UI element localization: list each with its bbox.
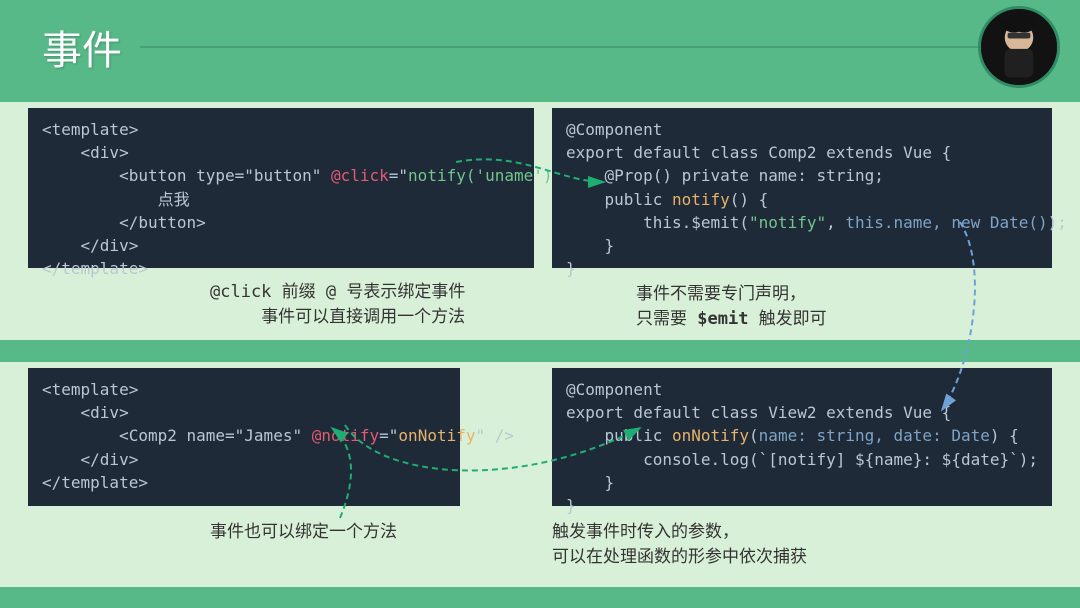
comment-text: 可以在处理函数的形参中依次捕获	[552, 547, 807, 567]
slide-title: 事件	[42, 18, 122, 76]
comment-bottom-right: 触发事件时传入的参数， 可以在处理函数的形参中依次捕获	[552, 520, 807, 569]
comment-text: 事件也可以绑定一个方法	[210, 522, 397, 542]
title-divider	[140, 46, 1060, 48]
code-string: "notify"	[749, 213, 826, 232]
code-line: @Component	[566, 380, 662, 399]
code-line: export default class Comp2 extends Vue {	[566, 143, 951, 162]
code-string: notify('uname')	[408, 166, 553, 185]
comment-top-right: 事件不需要专门声明， 只需要 $emit 触发即可	[636, 282, 827, 331]
code-line: </template>	[42, 259, 148, 278]
comment-code: @click	[210, 282, 271, 302]
code-handler: onNotify	[398, 426, 475, 445]
code-params: name: string, date: Date	[759, 426, 990, 445]
code-line: this.$emit(	[566, 213, 749, 232]
code-line: </div>	[42, 236, 138, 255]
code-handler: onNotify	[672, 426, 749, 445]
code-line: ,	[826, 213, 845, 232]
avatar	[978, 6, 1060, 88]
code-line: <div>	[42, 143, 129, 162]
code-line: ="	[379, 426, 398, 445]
code-line: }	[566, 496, 576, 515]
code-line: @Prop() private name: string;	[566, 166, 884, 185]
code-line: }	[566, 236, 614, 255]
avatar-icon	[981, 9, 1057, 85]
code-directive: @notify	[312, 426, 379, 445]
code-line: public	[566, 426, 672, 445]
code-line: <Comp2 name="James"	[42, 426, 312, 445]
code-line: }	[566, 473, 614, 492]
code-line: </div>	[42, 450, 138, 469]
code-view-handler: @Component export default class View2 ex…	[552, 368, 1052, 506]
comment-text: 前缀 @ 号表示绑定事件	[271, 282, 465, 302]
code-line: </button>	[42, 213, 206, 232]
comment-text: 事件不需要专门声明，	[636, 284, 806, 304]
code-line: <div>	[42, 403, 129, 422]
code-line: @Component	[566, 120, 662, 139]
code-directive: @click	[331, 166, 389, 185]
code-line: <button type="button"	[42, 166, 331, 185]
code-line: <template>	[42, 380, 138, 399]
code-line: </template>	[42, 473, 148, 492]
code-line: }	[566, 259, 576, 278]
comment-text: 触发事件时传入的参数，	[552, 522, 739, 542]
comment-text: 触发即可	[748, 309, 826, 329]
comment-top-left: @click 前缀 @ 号表示绑定事件 事件可以直接调用一个方法	[210, 280, 465, 329]
comment-code: $emit	[697, 309, 748, 329]
comment-text: 只需要	[636, 309, 697, 329]
code-line: " />	[475, 426, 514, 445]
code-line: export default class View2 extends Vue {	[566, 403, 951, 422]
code-line: console.log(`[notify] ${name}: ${date}`)…	[566, 450, 1038, 469]
code-template-button: <template> <div> <button type="button" @…	[28, 108, 534, 268]
comment-text: 事件可以直接调用一个方法	[261, 307, 465, 327]
code-line: ) {	[990, 426, 1019, 445]
code-component-emit: @Component export default class Comp2 ex…	[552, 108, 1052, 268]
comment-bottom-left: 事件也可以绑定一个方法	[210, 520, 397, 545]
code-line: );	[1048, 213, 1067, 232]
code-line: (	[749, 426, 759, 445]
code-line: public	[566, 190, 672, 209]
code-args: this.name, new Date()	[845, 213, 1047, 232]
code-line: ="	[389, 166, 408, 185]
code-template-comp2: <template> <div> <Comp2 name="James" @no…	[28, 368, 460, 506]
code-line: <template>	[42, 120, 138, 139]
code-line: () {	[730, 190, 769, 209]
code-method: notify	[672, 190, 730, 209]
code-line: 点我	[42, 190, 190, 209]
